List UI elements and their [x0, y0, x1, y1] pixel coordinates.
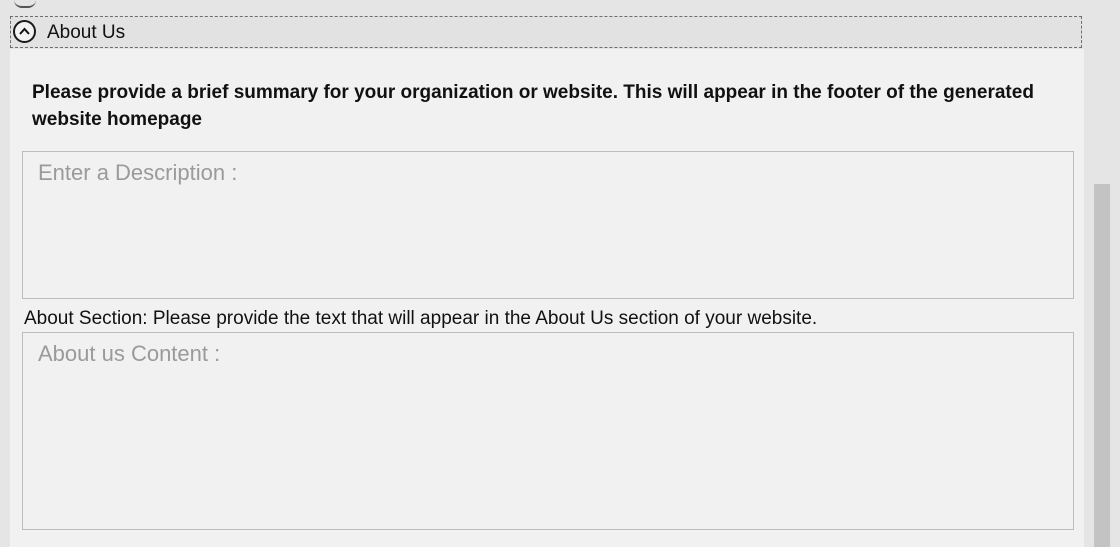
about-content-placeholder: About us Content : [38, 341, 221, 366]
about-content-textarea[interactable]: About us Content : [22, 332, 1074, 530]
scrollbar-thumb[interactable] [1094, 184, 1110, 547]
previous-section-edge [14, 0, 36, 8]
about-us-panel: Please provide a brief summary for your … [10, 49, 1084, 547]
section-header-about-us[interactable]: About Us [10, 16, 1082, 48]
window: About Us Please provide a brief summary … [0, 0, 1120, 547]
summary-label: Please provide a brief summary for your … [32, 82, 1034, 130]
scrollbar[interactable] [1090, 0, 1120, 547]
description-placeholder: Enter a Description : [38, 160, 238, 185]
top-strip [0, 0, 1120, 12]
description-textarea[interactable]: Enter a Description : [22, 151, 1074, 299]
section-title: About Us [47, 22, 126, 43]
collapse-button[interactable] [13, 20, 36, 43]
chevron-up-icon [19, 27, 30, 35]
about-section-label: About Section: Please provide the text t… [24, 308, 818, 329]
